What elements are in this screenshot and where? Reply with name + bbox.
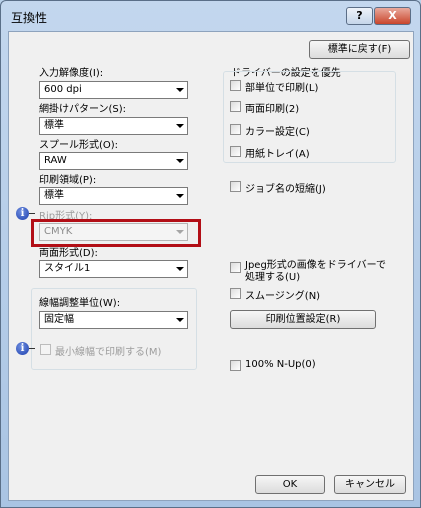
print-area-value: 標準	[44, 190, 64, 201]
nup-label: 100% N-Up(0)	[245, 359, 316, 370]
cancel-button[interactable]: キャンセル	[334, 475, 406, 494]
duplex-format-combo[interactable]: スタイル1	[39, 260, 188, 278]
duplex-format-label: 両面形式(D):	[39, 248, 98, 259]
chevron-down-icon	[176, 230, 184, 234]
close-button[interactable]: X	[374, 7, 411, 25]
jpeg-driver-label-line2: 処理する(U)	[245, 272, 301, 283]
ok-button[interactable]: OK	[255, 475, 325, 494]
nup-checkbox[interactable]: 100% N-Up(0)	[230, 359, 380, 373]
duplex-print-label: 両面印刷(2)	[245, 104, 300, 115]
chevron-down-icon	[176, 159, 184, 163]
pattern-label: 網掛けパターン(S):	[39, 104, 127, 115]
checkbox-box[interactable]	[230, 101, 241, 112]
spool-value: RAW	[44, 155, 67, 166]
color-setting-label: カラー設定(C)	[245, 127, 310, 138]
chevron-down-icon	[176, 194, 184, 198]
smoothing-checkbox[interactable]: スムージング(N)	[230, 287, 380, 302]
print-area-label: 印刷領域(P):	[39, 175, 97, 186]
info-connector	[29, 213, 35, 214]
rip-format-combo[interactable]: CMYK	[39, 223, 188, 241]
rip-format-value: CMYK	[44, 226, 73, 237]
job-name-short-label: ジョブ名の短縮(J)	[245, 184, 326, 195]
chevron-down-icon	[176, 124, 184, 128]
paper-tray-label: 用紙トレイ(A)	[245, 149, 310, 160]
line-width-unit-label: 線幅調整単位(W):	[39, 298, 121, 309]
collate-label: 部単位で印刷(L)	[245, 83, 319, 94]
color-setting-checkbox[interactable]: カラー設定(C)	[230, 123, 380, 138]
print-position-button[interactable]: 印刷位置設定(R)	[230, 310, 376, 329]
min-line-width-checkbox[interactable]: 最小線幅で印刷する(M)	[40, 343, 190, 358]
paper-tray-checkbox[interactable]: 用紙トレイ(A)	[230, 145, 380, 160]
pattern-value: 標準	[44, 120, 64, 131]
resolution-combo[interactable]: 600 dpi	[39, 81, 188, 99]
checkbox-box[interactable]	[230, 262, 241, 273]
checkbox-box[interactable]	[230, 80, 241, 91]
chevron-down-icon	[176, 318, 184, 322]
resolution-value: 600 dpi	[44, 84, 82, 95]
spool-combo[interactable]: RAW	[39, 152, 188, 170]
info-connector	[29, 348, 35, 349]
dialog-body: 標準に戻す(F) 入力解像度(I): 600 dpi 網掛けパターン(S): 標…	[8, 31, 414, 501]
window-title: 互換性	[11, 11, 48, 25]
duplex-print-checkbox[interactable]: 両面印刷(2)	[230, 100, 380, 115]
smoothing-label: スムージング(N)	[245, 291, 321, 302]
chevron-down-icon	[176, 88, 184, 92]
chevron-down-icon	[176, 267, 184, 271]
print-area-combo[interactable]: 標準	[39, 187, 188, 205]
collate-checkbox[interactable]: 部単位で印刷(L)	[230, 79, 380, 94]
line-width-unit-value: 固定幅	[44, 314, 74, 325]
dialog-window: 互換性 ? X 標準に戻す(F) 入力解像度(I): 600 dpi 網掛けパタ…	[0, 0, 421, 508]
spool-label: スプール形式(O):	[39, 140, 119, 151]
title-bar[interactable]: 互換性 ? X	[1, 1, 420, 31]
duplex-format-value: スタイル1	[44, 263, 91, 274]
help-button[interactable]: ?	[346, 7, 373, 25]
job-name-short-checkbox[interactable]: ジョブ名の短縮(J)	[230, 180, 380, 195]
resolution-label: 入力解像度(I):	[39, 68, 104, 79]
line-width-unit-combo[interactable]: 固定幅	[39, 311, 188, 329]
info-icon: i	[16, 342, 29, 355]
checkbox-box[interactable]	[230, 288, 241, 299]
jpeg-driver-checkbox[interactable]: Jpeg形式の画像をドライバーで 処理する(U)	[230, 256, 400, 283]
checkbox-box[interactable]	[230, 360, 241, 371]
checkbox-box[interactable]	[230, 181, 241, 192]
info-icon: i	[16, 207, 29, 220]
checkbox-box[interactable]	[40, 344, 51, 355]
checkbox-box[interactable]	[230, 124, 241, 135]
pattern-combo[interactable]: 標準	[39, 117, 188, 135]
reset-defaults-button[interactable]: 標準に戻す(F)	[309, 40, 410, 59]
min-line-width-label: 最小線幅で印刷する(M)	[55, 347, 162, 358]
checkbox-box[interactable]	[230, 146, 241, 157]
